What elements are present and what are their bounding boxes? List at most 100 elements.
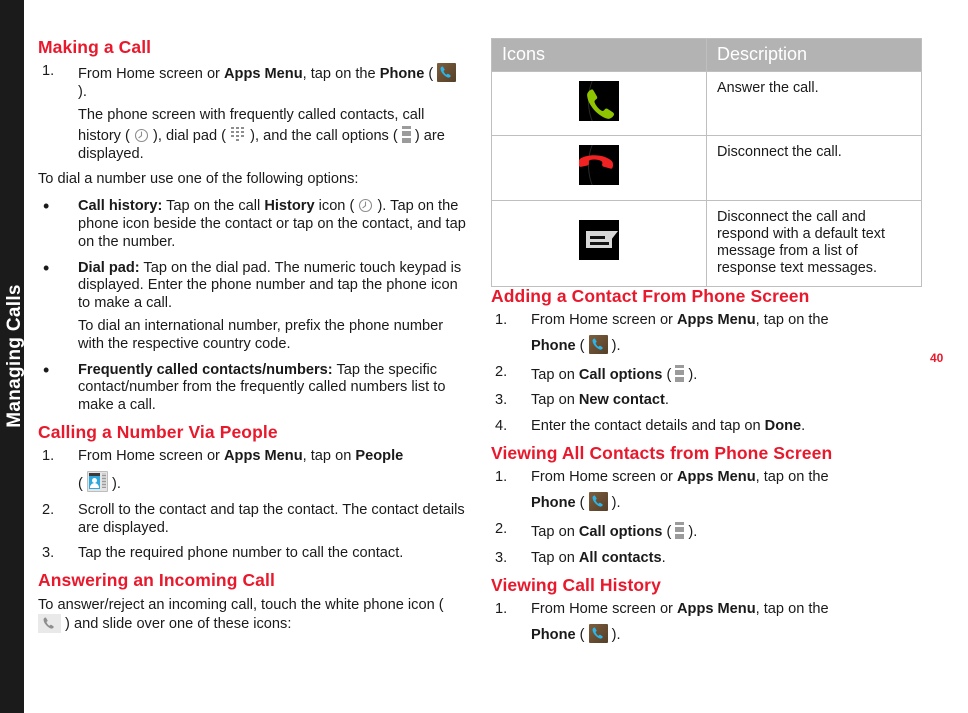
step-bold-new-contact: New contact [578,392,665,409]
paren-open: ( [424,66,438,83]
step-marker: 4. [495,418,508,435]
call-options-icon [675,364,685,383]
column-header-description: Description [706,38,922,72]
step-bold-apps-menu: Apps Menu [223,66,303,83]
step-text-mid: , tap on the [302,66,380,83]
disconnect-call-icon [579,145,619,186]
step-marker: 2. [495,521,508,538]
step-text-mid: , tap on the [755,469,829,486]
making-a-call-steps: 1. From Home screen or Apps Menu, tap on… [38,63,468,163]
step-subline: ( ). [78,471,468,494]
step-bold-phone: Phone [531,337,576,354]
list-item: 2. Tap on Call options ( ). [491,364,923,385]
step-text-end: . [801,418,806,435]
column-header-icons: Icons [491,38,707,72]
list-item: 1. From Home screen or Apps Menu, tap on… [491,312,923,356]
table-row: Answer the call. [491,70,922,137]
step-subline: Phone ( ). [531,623,923,645]
phone-app-icon [437,63,457,83]
subline-c: ), and the call options ( [246,127,402,144]
step-bold-phone: Phone [531,626,576,643]
table-head: Icons Description [491,38,922,72]
list-item: • Call history: Tap on the call History … [38,197,468,251]
step-text-mid: , tap on the [755,600,829,617]
table-body: Answer the call. Disconnect the call. Di… [491,70,922,287]
step-marker: 1. [42,63,55,80]
step-text-end: . [664,392,669,409]
side-tab-bar: Managing Calls [0,0,25,713]
disconnect-call-icon-cell [491,135,707,201]
paren-close: ). [684,524,698,541]
step-text-pre: Tap on [531,392,579,409]
step-subline: Phone ( ). [531,492,923,513]
people-app-icon [86,471,108,493]
list-item: 3. Tap the required phone number to call… [38,545,468,563]
dial-options-bullets: • Call history: Tap on the call History … [38,197,468,415]
paren-close: ). [607,626,621,643]
bullet-text-b: icon ( [314,198,359,215]
bullet-text-a: Tap on the call [162,198,265,215]
step-text-end: . [661,549,666,566]
disconnect-call-description: Disconnect the call. [706,135,922,201]
step-bold-apps-menu: Apps Menu [676,469,756,486]
step-bold-all-contacts: All contacts [578,549,662,566]
left-column: Making a Call 1. From Home screen or App… [38,38,468,643]
page-number: 40 [930,351,944,365]
phone-app-icon [588,492,608,512]
respond-message-description: Disconnect the call and respond with a d… [706,199,922,287]
paren-open: ( [575,626,589,643]
dial-pad-icon [230,126,246,144]
icons-description-table: Icons Description Answer the call. Disco… [491,38,922,287]
step-text-pre: From Home screen or [531,600,677,617]
step-text-mid: , tap on the [755,312,829,329]
answering-text-a: To answer/reject an incoming call, touch… [38,596,444,613]
list-item: 1. From Home screen or Apps Menu, tap on… [491,601,923,645]
answer-call-icon [579,81,619,121]
step-bold-call-options: Call options [578,524,663,541]
list-item: 3. Tap on All contacts. [491,550,923,568]
history-clock-icon [358,198,373,213]
step-bold-apps-menu: Apps Menu [676,312,756,329]
paren-open: ( [575,495,589,512]
step-marker: 2. [42,501,55,518]
step-text: Tap the required phone number to call th… [78,545,404,562]
step-marker: 1. [42,448,55,465]
paren-close: ). [684,366,698,383]
step-marker: 3. [495,549,508,566]
dial-options-intro: To dial a number use one of the followin… [38,171,359,188]
bullet-marker: • [43,359,50,380]
right-column: Icons Description Answer the call. Disco… [491,38,923,653]
step-text-pre: From Home screen or [531,312,677,329]
heading-adding-contact: Adding a Contact From Phone Screen [491,285,810,306]
table-row: Disconnect the call. [491,135,922,201]
list-item: 3. Tap on New contact. [491,392,923,410]
paren-open: ( [575,337,589,354]
step-bold-phone: Phone [531,495,576,512]
step-bold-apps-menu: Apps Menu [676,600,756,617]
step-marker: 2. [495,363,508,380]
step-text-pre: Tap on [531,549,579,566]
bullet-subline: To dial an international number, prefix … [78,317,444,352]
list-item: 4. Enter the contact details and tap on … [491,418,923,436]
paren-close: ). [78,84,87,101]
respond-message-icon-cell [491,199,707,287]
list-item: 1. From Home screen or Apps Menu, tap on… [491,469,923,513]
heading-viewing-call-history: Viewing Call History [491,574,661,595]
subline-b: ), dial pad ( [148,127,231,144]
side-tab-label: Managing Calls [4,284,25,428]
step-text: Scroll to the contact and tap the contac… [78,501,465,536]
phone-app-icon [588,334,608,354]
paren-open: ( [78,476,87,493]
paren-close: ). [607,495,621,512]
calling-via-people-steps: 1. From Home screen or Apps Menu, tap on… [38,448,468,563]
answer-call-description: Answer the call. [706,70,922,137]
list-item: 2. Scroll to the contact and tap the con… [38,502,468,538]
phone-app-icon [588,623,608,643]
bullet-bold-dial-pad: Dial pad: [78,259,140,276]
bullet-bold-call-history: Call history: [78,198,163,215]
paren-open: ( [662,366,676,383]
bullet-bold-frequently-called: Frequently called contacts/numbers: [78,361,333,378]
step-bold-call-options: Call options [578,366,663,383]
step-marker: 1. [495,469,508,486]
paren-close: ). [607,337,621,354]
